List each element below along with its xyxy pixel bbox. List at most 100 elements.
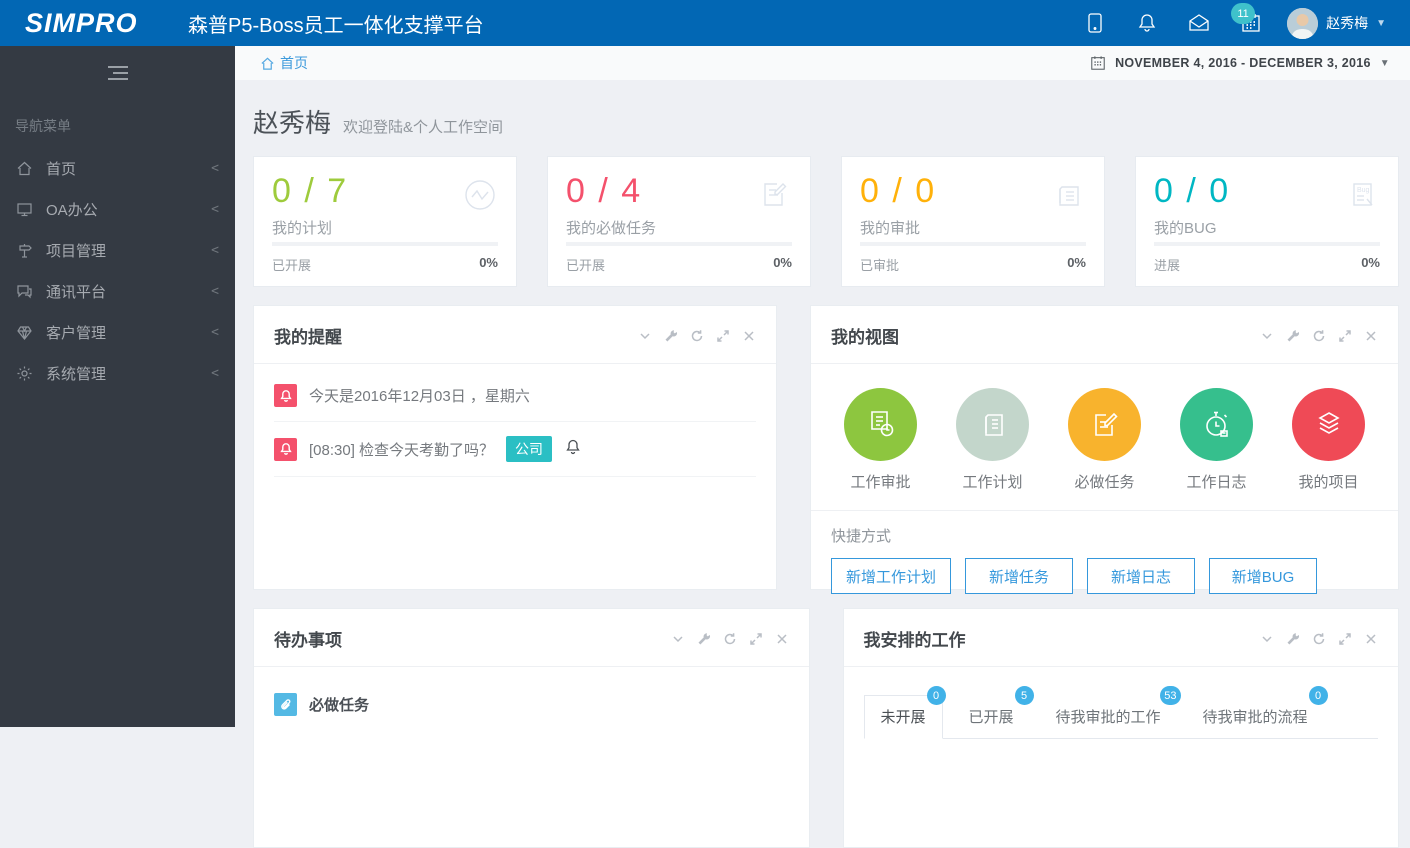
views-panel: 我的视图 工作审批 [810,305,1399,590]
stat-cards-row: 0 / 7 我的计划 已开展 0% 0 / 4 我的必做任务 [253,156,1399,287]
stat-card-approvals[interactable]: 0 / 0 我的审批 已审批 0% [841,156,1105,287]
sidebar-item-projects[interactable]: 项目管理 < [0,230,235,271]
bell-outline-icon[interactable] [564,438,582,461]
tab-not-started[interactable]: 未开展 0 [864,695,943,739]
close-icon[interactable] [775,632,789,646]
breadcrumb-home: 首页 [280,53,308,73]
close-icon[interactable] [1364,329,1378,343]
calendar-badge: 11 [1231,3,1255,24]
refresh-icon[interactable] [690,329,704,343]
home-icon [15,160,33,178]
stat-footer-label: 进展 [1154,255,1180,274]
collapse-icon[interactable] [638,329,652,343]
user-menu[interactable]: 赵秀梅 ▼ [1281,8,1392,39]
sidebar-item-home[interactable]: 首页 < [0,148,235,189]
mail-icon[interactable] [1177,0,1221,46]
collapse-icon[interactable] [1260,632,1274,646]
paperclip-badge-icon [274,693,297,716]
panels-row-2: 待办事项 必做任务 [253,608,1399,848]
add-bug-button[interactable]: 新增BUG [1209,558,1317,594]
wrench-icon[interactable] [664,329,678,343]
calendar-icon[interactable]: 11 [1229,0,1273,46]
wrench-icon[interactable] [697,632,711,646]
chat-icon [15,283,33,301]
sidebar-item-customers[interactable]: 客户管理 < [0,312,235,353]
add-work-plan-button[interactable]: 新增工作计划 [831,558,951,594]
tab-pending-work-approval[interactable]: 待我审批的工作 53 [1040,696,1177,738]
view-item-projects[interactable]: 我的项目 [1279,388,1378,492]
signpost-icon [15,242,33,260]
shortcuts-label: 快捷方式 [831,525,1378,546]
todo-item[interactable]: 必做任务 [274,673,789,730]
stat-footer-label: 已审批 [860,255,899,274]
refresh-icon[interactable] [1312,329,1326,343]
main-content: 首页 NOVEMBER 4, 2016 - DECEMBER 3, 2016 ▼… [235,46,1410,727]
reminders-panel: 我的提醒 今天是2016年12月03日 ，星期六 [253,305,777,590]
panels-row-1: 我的提醒 今天是2016年12月03日 ，星期六 [253,305,1399,590]
breadcrumb[interactable]: 首页 [260,53,308,73]
bell-badge-icon [274,384,297,407]
edit-square-icon [1068,388,1141,461]
refresh-icon[interactable] [723,632,737,646]
expand-icon[interactable] [1338,329,1352,343]
collapse-icon[interactable] [671,632,685,646]
view-item-tasks[interactable]: 必做任务 [1055,388,1154,492]
view-item-logs[interactable]: 工作日志 [1167,388,1266,492]
reminder-text: [08:30] 检查今天考勤了吗？ [309,439,494,460]
expand-icon[interactable] [716,329,730,343]
stat-card-plans[interactable]: 0 / 7 我的计划 已开展 0% [253,156,517,287]
sidebar-item-system[interactable]: 系统管理 < [0,353,235,394]
stat-footer-percent: 0% [773,255,792,274]
wrench-icon[interactable] [1286,632,1300,646]
refresh-icon[interactable] [1312,632,1326,646]
close-icon[interactable] [742,329,756,343]
mobile-icon[interactable] [1073,0,1117,46]
add-log-button[interactable]: 新增日志 [1087,558,1195,594]
reminder-item[interactable]: [08:30] 检查今天考勤了吗？ 公司 [274,422,756,477]
collapse-icon[interactable] [1260,329,1274,343]
stat-footer-label: 已开展 [566,255,605,274]
company-tag[interactable]: 公司 [506,436,552,462]
work-tabs: 未开展 0 已开展 5 待我审批的工作 53 待我审批的流程 [864,695,1379,739]
stat-footer-percent: 0% [479,255,498,274]
add-task-button[interactable]: 新增任务 [965,558,1073,594]
stat-footer-percent: 0% [1067,255,1086,274]
view-item-plan[interactable]: 工作计划 [943,388,1042,492]
tab-started[interactable]: 已开展 5 [953,696,1030,738]
reminder-item[interactable]: 今天是2016年12月03日 ，星期六 [274,370,756,422]
stat-card-must-tasks[interactable]: 0 / 4 我的必做任务 已开展 0% [547,156,811,287]
chevron-down-icon: ▼ [1380,58,1390,69]
panel-tools [1260,329,1378,343]
sidebar-toggle-button[interactable] [0,46,235,100]
edit-note-icon [754,175,794,220]
gear-icon [15,365,33,383]
wrench-icon[interactable] [1286,329,1300,343]
app-logo[interactable]: SIMPRO [0,8,180,39]
chevron-left-icon: < [211,325,219,340]
welcome-subtitle: 欢迎登陆&个人工作空间 [343,116,503,137]
panel-title: 我的视图 [831,323,899,348]
avatar [1287,8,1318,39]
progress-bar [1154,242,1380,246]
tab-count-badge: 0 [927,686,946,705]
bell-icon[interactable] [1125,0,1169,46]
view-item-approval[interactable]: 工作审批 [831,388,930,492]
chevron-left-icon: < [211,284,219,299]
sidebar-item-oa[interactable]: OA办公 < [0,189,235,230]
chevron-left-icon: < [211,243,219,258]
date-range-picker[interactable]: NOVEMBER 4, 2016 - DECEMBER 3, 2016 ▼ [1090,55,1390,71]
stat-card-bugs[interactable]: 0 / 0 我的BUG Bug 进展 0% [1135,156,1399,287]
top-header: SIMPRO 森普P5-Boss员工一体化支撑平台 11 赵秀梅 ▼ [0,0,1410,46]
expand-icon[interactable] [749,632,763,646]
svg-text:Bug: Bug [1357,187,1370,194]
breadcrumb-bar: 首页 NOVEMBER 4, 2016 - DECEMBER 3, 2016 ▼ [235,46,1410,80]
hamburger-icon [108,66,128,80]
chevron-left-icon: < [211,202,219,217]
tab-count-badge: 5 [1015,686,1034,705]
expand-icon[interactable] [1338,632,1352,646]
sidebar-item-communication[interactable]: 通讯平台 < [0,271,235,312]
tab-pending-flow-approval[interactable]: 待我审批的流程 0 [1187,696,1324,738]
welcome-user-name: 赵秀梅 [253,103,331,140]
todo-panel: 待办事项 必做任务 [253,608,810,848]
close-icon[interactable] [1364,632,1378,646]
